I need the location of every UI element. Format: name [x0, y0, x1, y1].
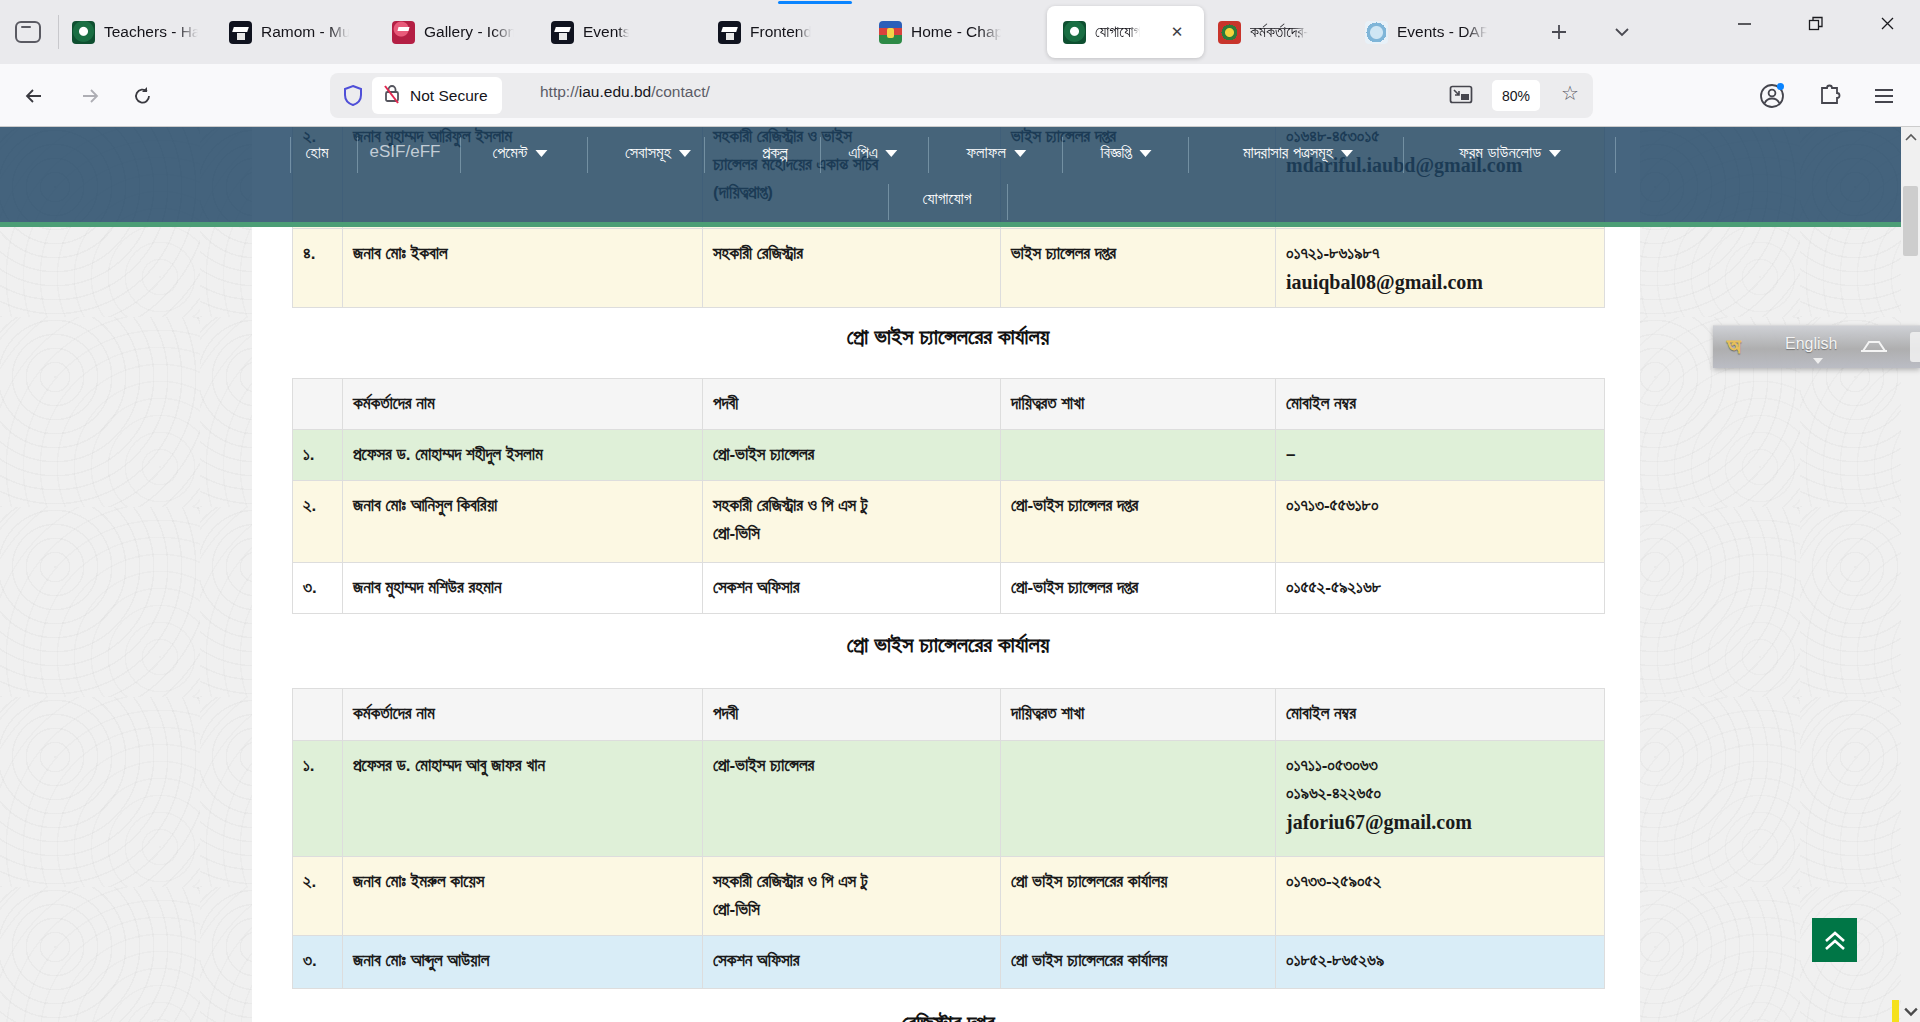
pip-icon[interactable]	[1449, 84, 1473, 110]
dropdown-caret-icon	[1341, 150, 1353, 157]
nav-item-madrasah-letters[interactable]: মাদরাসার পত্রসমূহ	[1243, 133, 1353, 171]
forward-button[interactable]	[74, 80, 106, 112]
bookmark-star-icon[interactable]: ☆	[1561, 81, 1579, 105]
dropdown-caret-icon	[1140, 150, 1152, 157]
language-switcher[interactable]: অ English	[1713, 325, 1920, 368]
navbar-green-underline	[0, 222, 1901, 227]
tab-favicon-events-daf-icon	[1365, 21, 1388, 44]
tab-favicon-teachers-icon	[72, 21, 95, 44]
tab-separator	[58, 15, 59, 49]
firefox-view-button[interactable]	[13, 17, 43, 47]
nav-item-results[interactable]: ফলাফল	[966, 133, 1026, 171]
url-text: http://iau.edu.bd/contact/	[540, 83, 710, 101]
table-row: ২. জনাব মোঃ আনিসুল কিবরিয়া সহকারী রেজিস…	[293, 481, 1605, 563]
page-viewport: ২. জনাব মুহাম্মদ আরিফুল ইসলাম সহকারী রেজ…	[0, 127, 1920, 1022]
nav-item-contact[interactable]: যোগাযোগ	[923, 179, 972, 217]
security-chip[interactable]: Not Secure	[372, 77, 502, 114]
window-restore-button[interactable]	[1792, 0, 1838, 46]
back-to-top-button[interactable]	[1812, 918, 1857, 962]
window-minimize-button[interactable]	[1721, 0, 1767, 46]
section-heading-2: প্রো ভাইস চ্যান্সেলরের কার্যালয়	[292, 625, 1604, 665]
dropdown-caret-icon	[1014, 150, 1026, 157]
table-pro-vc-office-2: কর্মকর্তাদের নাম পদবী দায়িত্বরত শাখা মো…	[292, 688, 1605, 989]
scrollbar-find-marker	[1892, 1000, 1899, 1022]
table-row: ৪. জনাব মোঃ ইকবাল সহকারী রেজিস্ট্রার ভাই…	[293, 229, 1605, 308]
dropdown-caret-icon	[536, 150, 548, 157]
nav-item-services[interactable]: সেবাসমূহ	[625, 133, 691, 171]
url-bar[interactable]: Not Secure http://iau.edu.bd/contact/ 80…	[330, 73, 1593, 118]
table-row: ৩. জনাব মোঃ আব্দুল আউয়াল সেকশন অফিসার প…	[293, 936, 1605, 989]
tab-close-icon[interactable]: ✕	[1166, 21, 1188, 43]
scrollbar-down-icon[interactable]	[1903, 1003, 1918, 1019]
section-heading-1: প্রো ভাইস চ্যান্সেলরের কার্যালয়	[292, 317, 1604, 357]
table-pro-vc-office-1: কর্মকর্তাদের নাম পদবী দায়িত্বরত শাখা মো…	[292, 378, 1605, 614]
avro-bengali-icon: অ	[1727, 333, 1741, 359]
scrollbar-thumb[interactable]	[1903, 186, 1918, 256]
new-tab-button[interactable]	[1545, 18, 1573, 46]
table-row: ১. প্রফেসর ড. মোহাম্মদ শহীদুল ইসলাম প্রো…	[293, 430, 1605, 481]
security-label: Not Secure	[410, 87, 488, 105]
scrollbar-up-icon[interactable]	[1903, 130, 1918, 146]
shield-icon[interactable]	[342, 84, 364, 112]
nav-item-notices[interactable]: বিজ্ঞপ্তি	[1100, 133, 1151, 171]
table-header-row: কর্মকর্তাদের নাম পদবী দায়িত্বরত শাখা মো…	[293, 379, 1605, 430]
back-button[interactable]	[18, 80, 50, 112]
tab-ramom[interactable]: Ramom - Mu	[229, 0, 379, 64]
menu-hamburger-icon[interactable]	[1867, 79, 1901, 113]
nav-item-form-download[interactable]: ফরম ডাউনলোড	[1459, 133, 1561, 171]
tab-favicon-gallery-icon	[392, 21, 415, 44]
tab-teachers[interactable]: Teachers - Ha	[72, 0, 222, 64]
hand-cursor-icon	[1910, 332, 1920, 362]
tab-favicon-ramom-icon	[229, 21, 252, 44]
account-icon[interactable]	[1755, 79, 1789, 113]
tab-bar: Teachers - Ha Ramom - Mu Gallery - Icon …	[0, 0, 1920, 64]
window-close-button[interactable]	[1864, 0, 1910, 46]
site-navbar: হোম eSIF/eFF পেমেন্ট সেবাসমূহ প্রকল্প এপ…	[0, 127, 1901, 222]
dropdown-caret-icon	[886, 150, 898, 157]
lock-crossed-icon	[382, 83, 402, 109]
tab-frontend[interactable]: Frontend	[718, 0, 858, 64]
tab-favicon-events-icon	[551, 21, 574, 44]
table-row: ১. প্রফেসর ড. মোহাম্মদ আবু জাফর খান প্রো…	[293, 741, 1605, 857]
tab-events[interactable]: Events	[551, 0, 701, 64]
nav-item-projects[interactable]: প্রকল্প	[762, 133, 788, 171]
tab-kormokorta[interactable]: কর্মকর্তাদের-	[1218, 0, 1353, 64]
tab-favicon-govt-icon	[1218, 21, 1241, 44]
nav-item-apa[interactable]: এপিএ	[848, 133, 897, 171]
browser-toolbar: Not Secure http://iau.edu.bd/contact/ 80…	[0, 64, 1920, 127]
table-header-row: কর্মকর্তাদের নাম পদবী দায়িত্বরত শাখা মো…	[293, 689, 1605, 741]
nav-item-home[interactable]: হোম	[306, 133, 329, 171]
tab-favicon-frontend-icon	[718, 21, 741, 44]
tab-gallery[interactable]: Gallery - Icon	[392, 0, 542, 64]
nav-item-payment[interactable]: পেমেন্ট	[492, 133, 547, 171]
dropdown-caret-icon	[679, 150, 691, 157]
tab-home[interactable]: Home - Chap	[879, 0, 1039, 64]
tab-favicon-home-icon	[879, 21, 902, 44]
table-row: ২. জনাব মোঃ ইমরুল কায়েস সহকারী রেজিস্ট্…	[293, 857, 1605, 936]
extensions-icon[interactable]	[1813, 79, 1847, 113]
section-heading-3: রেজিস্ট্রার দপ্তর	[292, 1003, 1604, 1022]
browser-scrollbar[interactable]	[1901, 127, 1920, 1022]
table-row: ৩. জনাব মুহাম্মদ মশিউর রহমান সেকশন অফিসা…	[293, 563, 1605, 614]
tab-title: Teachers - Ha	[104, 23, 200, 41]
list-tabs-button[interactable]	[1608, 18, 1636, 46]
language-label: English	[1785, 335, 1837, 353]
zoom-level-badge[interactable]: 80%	[1492, 80, 1540, 111]
tab-events-daf[interactable]: Events - DAF	[1365, 0, 1515, 64]
dropdown-caret-icon	[1549, 150, 1561, 157]
reload-button[interactable]	[127, 80, 159, 112]
nav-item-esif[interactable]: eSIF/eFF	[370, 133, 441, 171]
tab-favicon-jogajog-icon	[1063, 21, 1086, 44]
keyboard-icon[interactable]	[1859, 339, 1889, 359]
language-caret-icon	[1813, 358, 1823, 364]
